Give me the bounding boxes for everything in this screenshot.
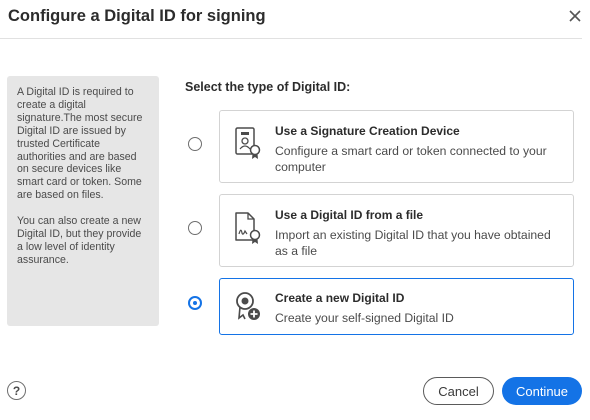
radio-digital-id-file[interactable] (188, 221, 202, 235)
help-button[interactable]: ? (7, 381, 26, 400)
option-description: Configure a smart card or token connecte… (275, 144, 547, 174)
option-title: Create a new Digital ID (275, 291, 405, 305)
option-title: Use a Digital ID from a file (275, 208, 424, 222)
cancel-button[interactable]: Cancel (423, 377, 494, 405)
continue-button[interactable]: Continue (502, 377, 582, 405)
option-card-signature-device[interactable]: Use a Signature Creation Device Configur… (219, 110, 574, 183)
info-panel: A Digital ID is required to create a dig… (7, 76, 159, 326)
title-divider (0, 38, 582, 39)
help-icon: ? (12, 383, 21, 398)
option-title: Use a Signature Creation Device (275, 124, 460, 138)
info-paragraph-1: A Digital ID is required to create a dig… (17, 86, 143, 202)
info-paragraph-2: You can also create a new Digital ID, bu… (17, 215, 142, 266)
option-description: Import an existing Digital ID that you h… (275, 228, 551, 258)
close-button[interactable] (566, 7, 584, 25)
select-type-label: Select the type of Digital ID: (185, 80, 351, 94)
option-description: Create your self-signed Digital ID (275, 311, 454, 325)
option-card-digital-id-file[interactable]: Use a Digital ID from a file Import an e… (219, 194, 574, 267)
radio-create-digital-id[interactable] (188, 296, 202, 310)
dialog-title: Configure a Digital ID for signing (8, 7, 266, 25)
option-card-create-digital-id[interactable]: Create a new Digital ID Create your self… (219, 278, 574, 335)
radio-signature-device[interactable] (188, 137, 202, 151)
signature-device-icon (235, 127, 261, 159)
digital-id-file-icon (235, 212, 261, 244)
create-digital-id-icon (236, 292, 260, 320)
close-icon (569, 10, 581, 22)
